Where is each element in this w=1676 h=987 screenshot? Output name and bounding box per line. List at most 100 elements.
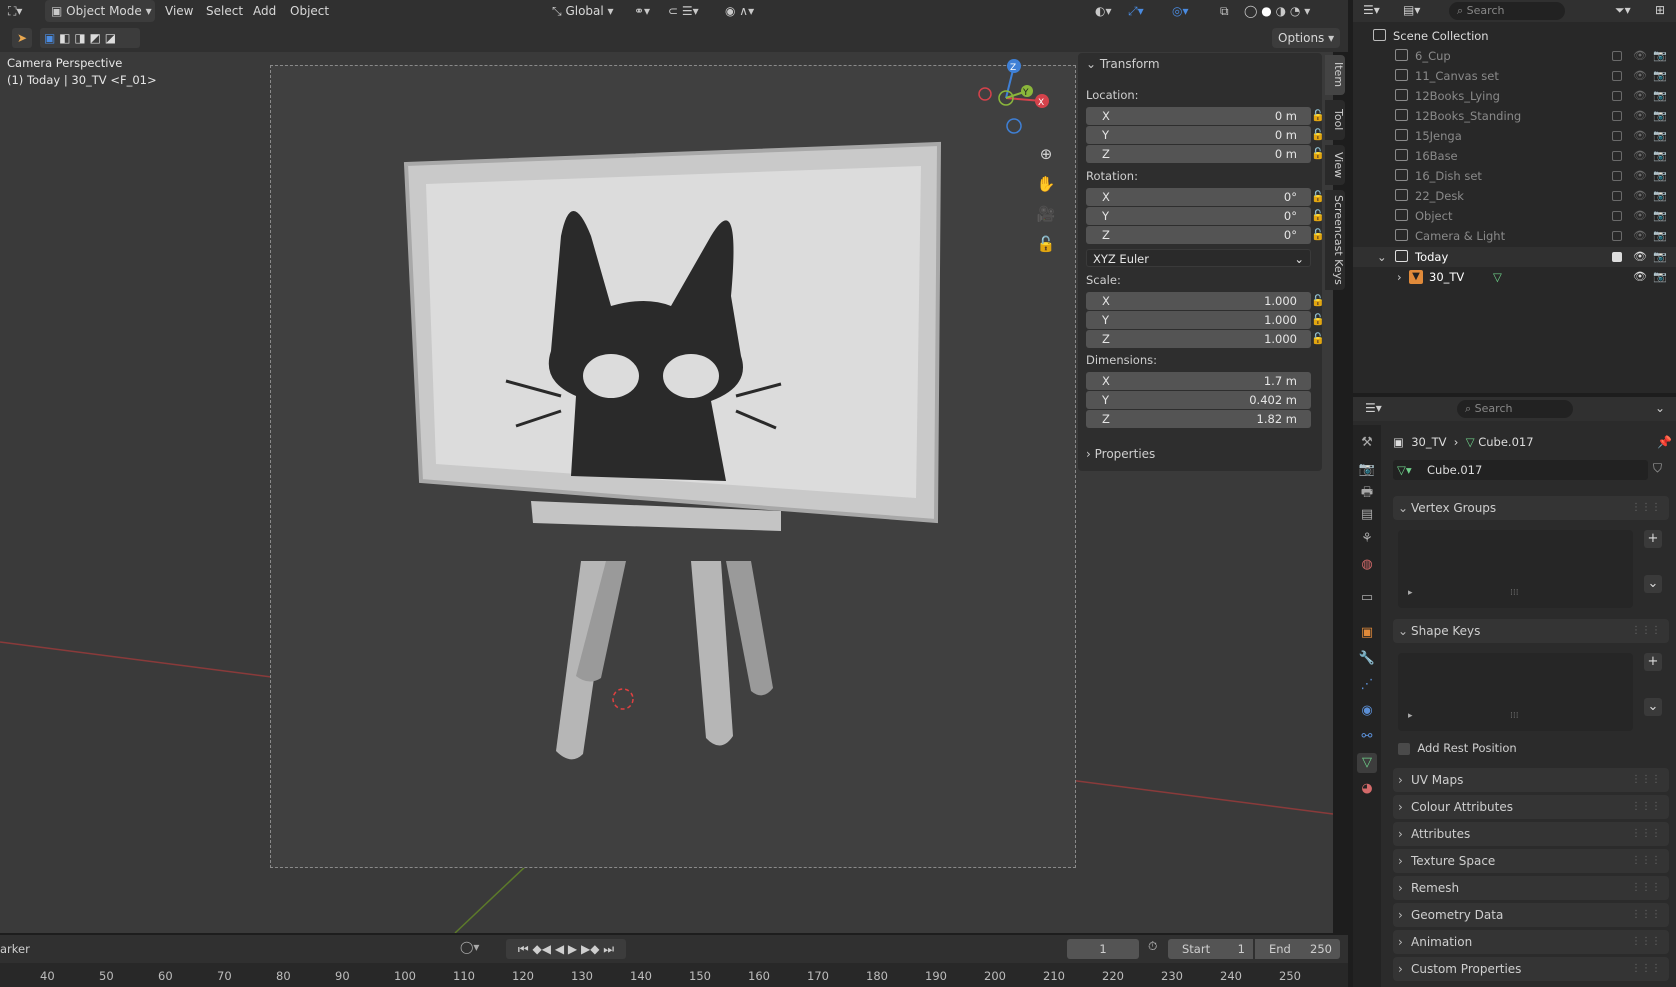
add-rest-position-checkbox[interactable] (1398, 742, 1410, 755)
add-shape-key-button[interactable]: + (1644, 653, 1662, 671)
include-checkbox[interactable] (1612, 191, 1622, 201)
overlay-toggle[interactable]: ◎▾ (1172, 0, 1189, 22)
visibility-button[interactable]: ◐▾ (1095, 0, 1112, 22)
render-camera-icon[interactable]: 📷 (1653, 46, 1667, 66)
outliner-item-30tv[interactable]: › ▼ 30_TV ▽ 👁 📷 (1353, 267, 1676, 287)
shape-keys-list[interactable]: ▸ ⁞⁞⁞ (1398, 653, 1633, 731)
unlock-icon[interactable]: 🔓 (1311, 147, 1325, 160)
panel-header-texture-space[interactable]: › Texture Space ⋮⋮⋮ (1393, 849, 1669, 873)
next-keyframe-icon[interactable]: ▶◆ (581, 942, 599, 956)
menu-view[interactable]: View (165, 0, 193, 22)
rotation-z-field[interactable]: Z 0° 🔓 (1086, 226, 1325, 244)
outliner-item[interactable]: 12Books_Lying 👁 📷 (1353, 86, 1676, 106)
vertex-groups-list[interactable]: ▸ ⁞⁞⁞ (1398, 530, 1633, 608)
end-frame-field[interactable]: End 250 (1255, 939, 1340, 959)
vertex-group-specials-button[interactable]: ⌄ (1644, 575, 1662, 593)
render-camera-icon[interactable]: 📷 (1653, 126, 1667, 146)
view-layer-tab-icon[interactable]: ▤ (1357, 505, 1377, 525)
outliner-item[interactable]: 16Base 👁 📷 (1353, 146, 1676, 166)
unlock-icon[interactable]: 🔓 (1311, 190, 1325, 203)
outliner-item[interactable]: 6_Cup 👁 📷 (1353, 46, 1676, 66)
snap-button[interactable]: ⊂ ☰▾ (668, 0, 699, 22)
eye-icon[interactable]: 👁 (1633, 106, 1647, 126)
render-camera-icon[interactable]: 📷 (1653, 267, 1667, 287)
include-checkbox[interactable] (1612, 71, 1622, 81)
chevron-down-icon[interactable]: ⌄ (1655, 401, 1665, 415)
orientation-dropdown[interactable]: ⤡ Global ▾ (552, 0, 614, 22)
transform-header[interactable]: ⌄ Transform (1086, 57, 1160, 71)
panel-header-remesh[interactable]: › Remesh ⋮⋮⋮ (1393, 876, 1669, 900)
pin-icon[interactable]: 📌 (1657, 435, 1672, 449)
jump-start-icon[interactable]: ⏮ (518, 942, 529, 956)
rotation-x-field[interactable]: X 0° 🔓 (1086, 188, 1325, 206)
camera-view-icon[interactable]: 🎥 (1032, 200, 1060, 228)
render-camera-icon[interactable]: 📷 (1653, 146, 1667, 166)
unlock-icon[interactable]: 🔓 (1311, 209, 1325, 222)
menu-select[interactable]: Select (206, 0, 243, 22)
shading-buttons[interactable]: ◯ ● ◑ ◔ ▾ (1244, 0, 1310, 22)
add-vertex-group-button[interactable]: + (1644, 530, 1662, 548)
panel-header-uv-maps[interactable]: › UV Maps ⋮⋮⋮ (1393, 768, 1669, 792)
outliner-item[interactable]: 11_Canvas set 👁 📷 (1353, 66, 1676, 86)
editor-type-icon[interactable]: ☰▾ (1365, 401, 1382, 415)
include-checkbox[interactable] (1612, 131, 1622, 141)
rotation-y-field[interactable]: Y 0° 🔓 (1086, 207, 1325, 225)
outliner-item[interactable]: Object 👁 📷 (1353, 206, 1676, 226)
unlock-icon[interactable]: 🔓 (1311, 332, 1325, 345)
new-collection-icon[interactable]: ⊞ (1655, 3, 1665, 17)
include-checkbox[interactable] (1612, 51, 1622, 61)
include-checkbox[interactable] (1612, 171, 1622, 181)
render-camera-icon[interactable]: 📷 (1653, 86, 1667, 106)
eye-icon[interactable]: 👁 (1633, 126, 1647, 146)
unlock-icon[interactable]: 🔓 (1311, 313, 1325, 326)
location-y-field[interactable]: Y0 m 🔓 (1086, 126, 1325, 144)
properties-header[interactable]: › Properties (1086, 447, 1155, 461)
lock-camera-icon[interactable]: 🔓 (1032, 230, 1060, 258)
render-camera-icon[interactable]: 📷 (1653, 166, 1667, 186)
particles-tab-icon[interactable]: ⋰ (1357, 675, 1377, 695)
select-tool-icon[interactable]: ➤ (12, 28, 32, 48)
tab-view[interactable]: View (1325, 145, 1345, 185)
tab-tool[interactable]: Tool (1325, 100, 1345, 140)
eye-icon[interactable]: 👁 (1633, 66, 1647, 86)
render-camera-icon[interactable]: 📷 (1653, 186, 1667, 206)
include-checkbox[interactable] (1612, 211, 1622, 221)
outliner-item[interactable]: 12Books_Standing 👁 📷 (1353, 106, 1676, 126)
pan-hand-icon[interactable]: ✋ (1032, 170, 1060, 198)
include-checkbox[interactable] (1612, 151, 1622, 161)
clock-icon[interactable]: ⏱ (1148, 939, 1157, 954)
scale-x-field[interactable]: X 1.000 🔓 (1086, 292, 1325, 310)
panel-header-custom-properties[interactable]: › Custom Properties ⋮⋮⋮ (1393, 957, 1669, 981)
output-tab-icon[interactable]: 🖶 (1357, 483, 1377, 503)
chevron-right-icon[interactable]: › (1397, 267, 1402, 287)
include-checkbox[interactable] (1612, 91, 1622, 101)
rotation-mode-dropdown[interactable]: XYZ Euler ⌄ (1086, 249, 1311, 267)
dimension-y-field[interactable]: Y 0.402 m (1086, 391, 1311, 409)
list-expand-icon[interactable]: ▸ (1408, 711, 1413, 721)
drag-handle-icon[interactable]: ⋮⋮⋮ (1631, 876, 1661, 900)
material-tab-icon[interactable]: ◕ (1357, 779, 1377, 799)
include-checkbox[interactable] (1612, 252, 1622, 262)
drag-handle-icon[interactable]: ⋮⋮⋮ (1631, 957, 1661, 981)
include-checkbox[interactable] (1612, 111, 1622, 121)
render-camera-icon[interactable]: 📷 (1653, 66, 1667, 86)
world-tab-icon[interactable]: ◍ (1357, 555, 1377, 575)
eye-icon[interactable]: 👁 (1633, 86, 1647, 106)
eye-icon[interactable]: 👁 (1633, 146, 1647, 166)
eye-icon[interactable]: 👁 (1633, 267, 1647, 287)
tool-tab-icon[interactable]: ⚒ (1357, 433, 1377, 453)
start-frame-field[interactable]: Start 1 (1168, 939, 1253, 959)
keying-icon[interactable]: ◯▾ (460, 940, 479, 954)
vertex-groups-panel-header[interactable]: ⌄ Vertex Groups ⋮⋮⋮ (1393, 496, 1669, 520)
outliner-item-today[interactable]: ⌄ Today 👁 📷 (1353, 247, 1676, 267)
mesh-name-field[interactable]: ▽▾ Cube.017 (1393, 460, 1648, 480)
eye-icon[interactable]: 👁 (1633, 186, 1647, 206)
eye-icon[interactable]: 👁 (1633, 206, 1647, 226)
menu-add[interactable]: Add (253, 0, 276, 22)
navigation-gizmo[interactable]: Z X Y (970, 56, 1060, 136)
tab-item[interactable]: Item (1325, 55, 1345, 95)
properties-search-input[interactable]: ⌕ Search (1457, 400, 1573, 418)
select-mode-buttons[interactable]: ▣ ◧ ◨ ◩ ◪ (40, 28, 140, 48)
location-z-field[interactable]: Z0 m 🔓 (1086, 145, 1325, 163)
marker-menu[interactable]: arker (0, 942, 30, 956)
